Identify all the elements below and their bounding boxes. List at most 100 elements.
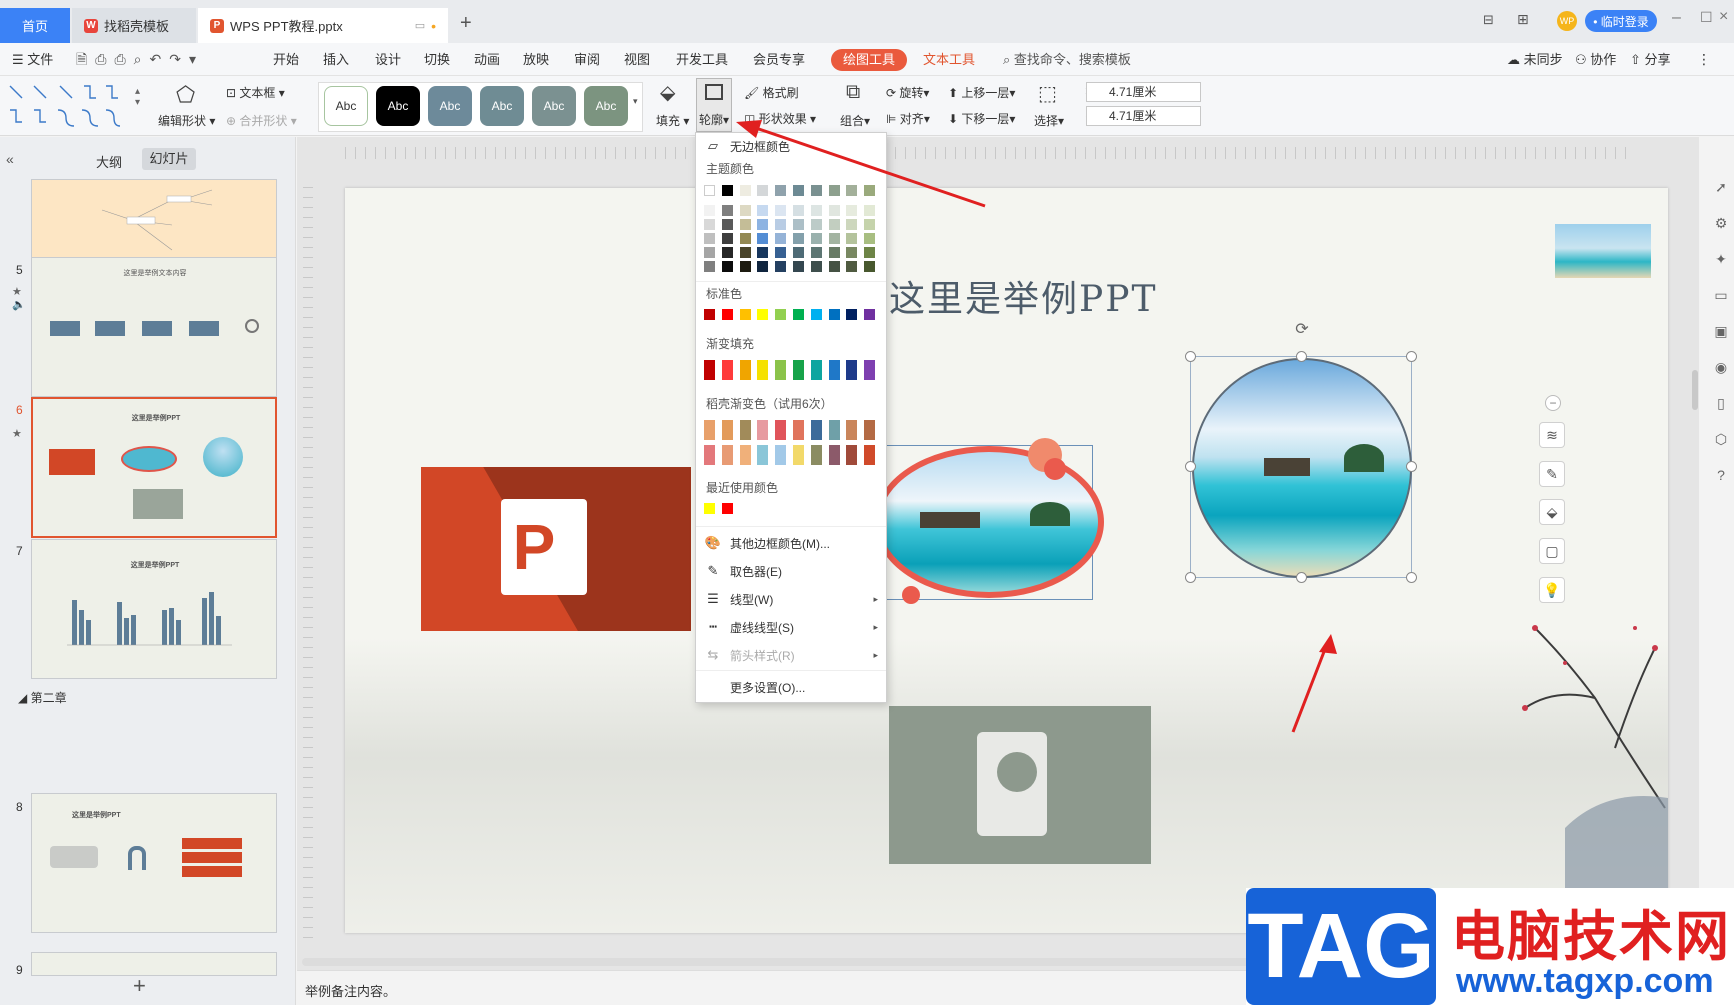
color-swatch[interactable] xyxy=(846,247,858,258)
tab-template[interactable]: W 找稻壳模板 xyxy=(72,8,196,43)
help-icon[interactable]: ? xyxy=(1712,466,1730,484)
color-swatch[interactable] xyxy=(828,360,840,380)
color-swatch[interactable] xyxy=(864,247,876,258)
style-abc-4[interactable]: Abc xyxy=(480,86,524,126)
color-swatch[interactable] xyxy=(704,247,715,258)
color-swatch[interactable] xyxy=(721,503,733,514)
add-slide-icon[interactable]: + xyxy=(133,973,146,999)
sync-button[interactable]: ☁ 未同步 xyxy=(1507,43,1563,76)
pin-icon[interactable]: ✦ xyxy=(1712,250,1730,268)
style-abc-5[interactable]: Abc xyxy=(532,86,576,126)
color-swatch[interactable] xyxy=(864,420,876,440)
color-swatch[interactable] xyxy=(775,261,787,272)
menu-design[interactable]: 设计 xyxy=(375,43,401,76)
bring-forward-button[interactable]: ⬆ 上移一层▾ xyxy=(948,84,1015,101)
color-swatch[interactable] xyxy=(704,503,715,514)
more-settings-option[interactable]: 更多设置(O)... xyxy=(696,674,886,700)
color-swatch[interactable] xyxy=(721,261,733,272)
rotate-button[interactable]: ⟳ 旋转▾ xyxy=(886,84,929,101)
slide-thumb-7[interactable]: 这里是举例PPT xyxy=(31,539,277,679)
menu-drawing-tools[interactable]: 绘图工具 xyxy=(831,49,908,71)
lightbulb-icon[interactable]: 💡 xyxy=(1539,577,1565,603)
select-button[interactable]: 选择▾ xyxy=(1034,112,1064,129)
ellipse-image-frame[interactable] xyxy=(874,438,1104,604)
quick-access-icons[interactable]: 🗎⎙⎙⌕↶↷▾ xyxy=(76,43,204,76)
color-swatch[interactable] xyxy=(864,261,876,272)
slide-canvas[interactable]: 这里是举例PPT P ⟳ xyxy=(345,188,1668,933)
layers-icon[interactable]: ≋ xyxy=(1539,422,1565,448)
grid-apps-icon[interactable]: ⊞ xyxy=(1517,11,1529,28)
color-swatch[interactable] xyxy=(846,309,858,320)
color-swatch[interactable] xyxy=(775,309,787,320)
color-swatch[interactable] xyxy=(775,445,787,465)
color-swatch[interactable] xyxy=(721,445,733,465)
height-input[interactable]: 4.71厘米 xyxy=(1086,82,1201,102)
rocket-icon[interactable]: ➚ xyxy=(1712,178,1730,196)
resize-handle-s[interactable] xyxy=(1296,572,1307,583)
color-swatch[interactable] xyxy=(757,261,769,272)
color-swatch[interactable] xyxy=(828,445,840,465)
style-abc-3[interactable]: Abc xyxy=(428,86,472,126)
color-swatch[interactable] xyxy=(757,233,769,244)
color-swatch[interactable] xyxy=(721,233,733,244)
beach-circle-image[interactable] xyxy=(1192,358,1412,578)
color-swatch[interactable] xyxy=(739,445,751,465)
menu-vip[interactable]: 会员专享 xyxy=(753,43,805,76)
slide-thumb-4[interactable] xyxy=(31,179,277,264)
location-icon[interactable]: ◉ xyxy=(1712,358,1730,376)
pen-icon[interactable]: ✎ xyxy=(1539,461,1565,487)
color-swatch[interactable] xyxy=(810,445,822,465)
gray-ppt-image[interactable] xyxy=(889,706,1151,864)
color-swatch[interactable] xyxy=(704,261,715,272)
format-painter-button[interactable]: 🖌 格式刷 xyxy=(744,84,799,101)
resize-handle-e[interactable] xyxy=(1406,461,1417,472)
gradient-color-row[interactable] xyxy=(704,360,880,382)
book-icon[interactable]: ▯ xyxy=(1712,394,1730,412)
menu-slideshow[interactable]: 放映 xyxy=(523,43,549,76)
minimize-icon[interactable]: – xyxy=(1672,9,1681,27)
line-type-option[interactable]: ☰ 线型(W) ▸ xyxy=(696,586,886,612)
color-swatch[interactable] xyxy=(846,420,858,440)
color-swatch[interactable] xyxy=(721,360,733,380)
resize-handle-w[interactable] xyxy=(1185,461,1196,472)
slideshow-icon[interactable]: ▭ xyxy=(1712,286,1730,304)
color-swatch[interactable] xyxy=(739,360,751,380)
share-button[interactable]: ⇧ 分享 xyxy=(1630,43,1671,76)
color-swatch[interactable] xyxy=(828,309,840,320)
avatar[interactable]: WP xyxy=(1557,11,1577,31)
more-border-colors-option[interactable]: 🎨 其他边框颜色(M)... xyxy=(696,530,886,556)
file-menu[interactable]: ☰ 文件 xyxy=(12,43,53,76)
collapse-tools-icon[interactable]: − xyxy=(1545,395,1561,411)
tab-slides[interactable]: 幻灯片 xyxy=(142,148,196,170)
layout-icon[interactable]: ⊟ xyxy=(1483,12,1494,28)
style-more-icon[interactable]: ▾ xyxy=(633,96,638,107)
cube-icon[interactable]: ⬡ xyxy=(1712,430,1730,448)
menu-view[interactable]: 视图 xyxy=(624,43,650,76)
color-swatch[interactable] xyxy=(864,445,876,465)
style-abc-1[interactable]: Abc xyxy=(324,86,368,126)
color-swatch[interactable] xyxy=(864,309,876,320)
color-swatch[interactable] xyxy=(704,445,715,465)
menu-review[interactable]: 审阅 xyxy=(574,43,600,76)
color-swatch[interactable] xyxy=(757,309,769,320)
resize-handle-n[interactable] xyxy=(1296,351,1307,362)
menu-text-tools[interactable]: 文本工具 xyxy=(923,43,975,76)
color-swatch[interactable] xyxy=(793,420,804,440)
color-swatch[interactable] xyxy=(704,420,715,440)
slide-thumb-6[interactable]: 这里是举例PPT xyxy=(31,397,277,538)
daoke-gradient-grid[interactable] xyxy=(704,420,880,468)
color-swatch[interactable] xyxy=(864,360,876,380)
color-swatch[interactable] xyxy=(810,261,822,272)
close-icon[interactable]: × xyxy=(1719,8,1728,26)
slide-thumb-5[interactable]: 这里是举例文本内容 xyxy=(31,257,277,397)
standard-color-row[interactable] xyxy=(704,309,880,323)
color-swatch[interactable] xyxy=(793,233,804,244)
fill-bucket-icon[interactable]: ⬙ xyxy=(1539,499,1565,525)
color-swatch[interactable] xyxy=(810,247,822,258)
notes-text[interactable]: 举例备注内容。 xyxy=(305,981,396,1000)
slide-thumb-8[interactable]: 这里是举例PPT xyxy=(31,793,277,933)
login-button[interactable]: • 临时登录 xyxy=(1585,10,1657,32)
slide-title[interactable]: 这里是举例PPT xyxy=(889,270,1157,322)
color-swatch[interactable] xyxy=(828,261,840,272)
color-swatch[interactable] xyxy=(846,360,858,380)
